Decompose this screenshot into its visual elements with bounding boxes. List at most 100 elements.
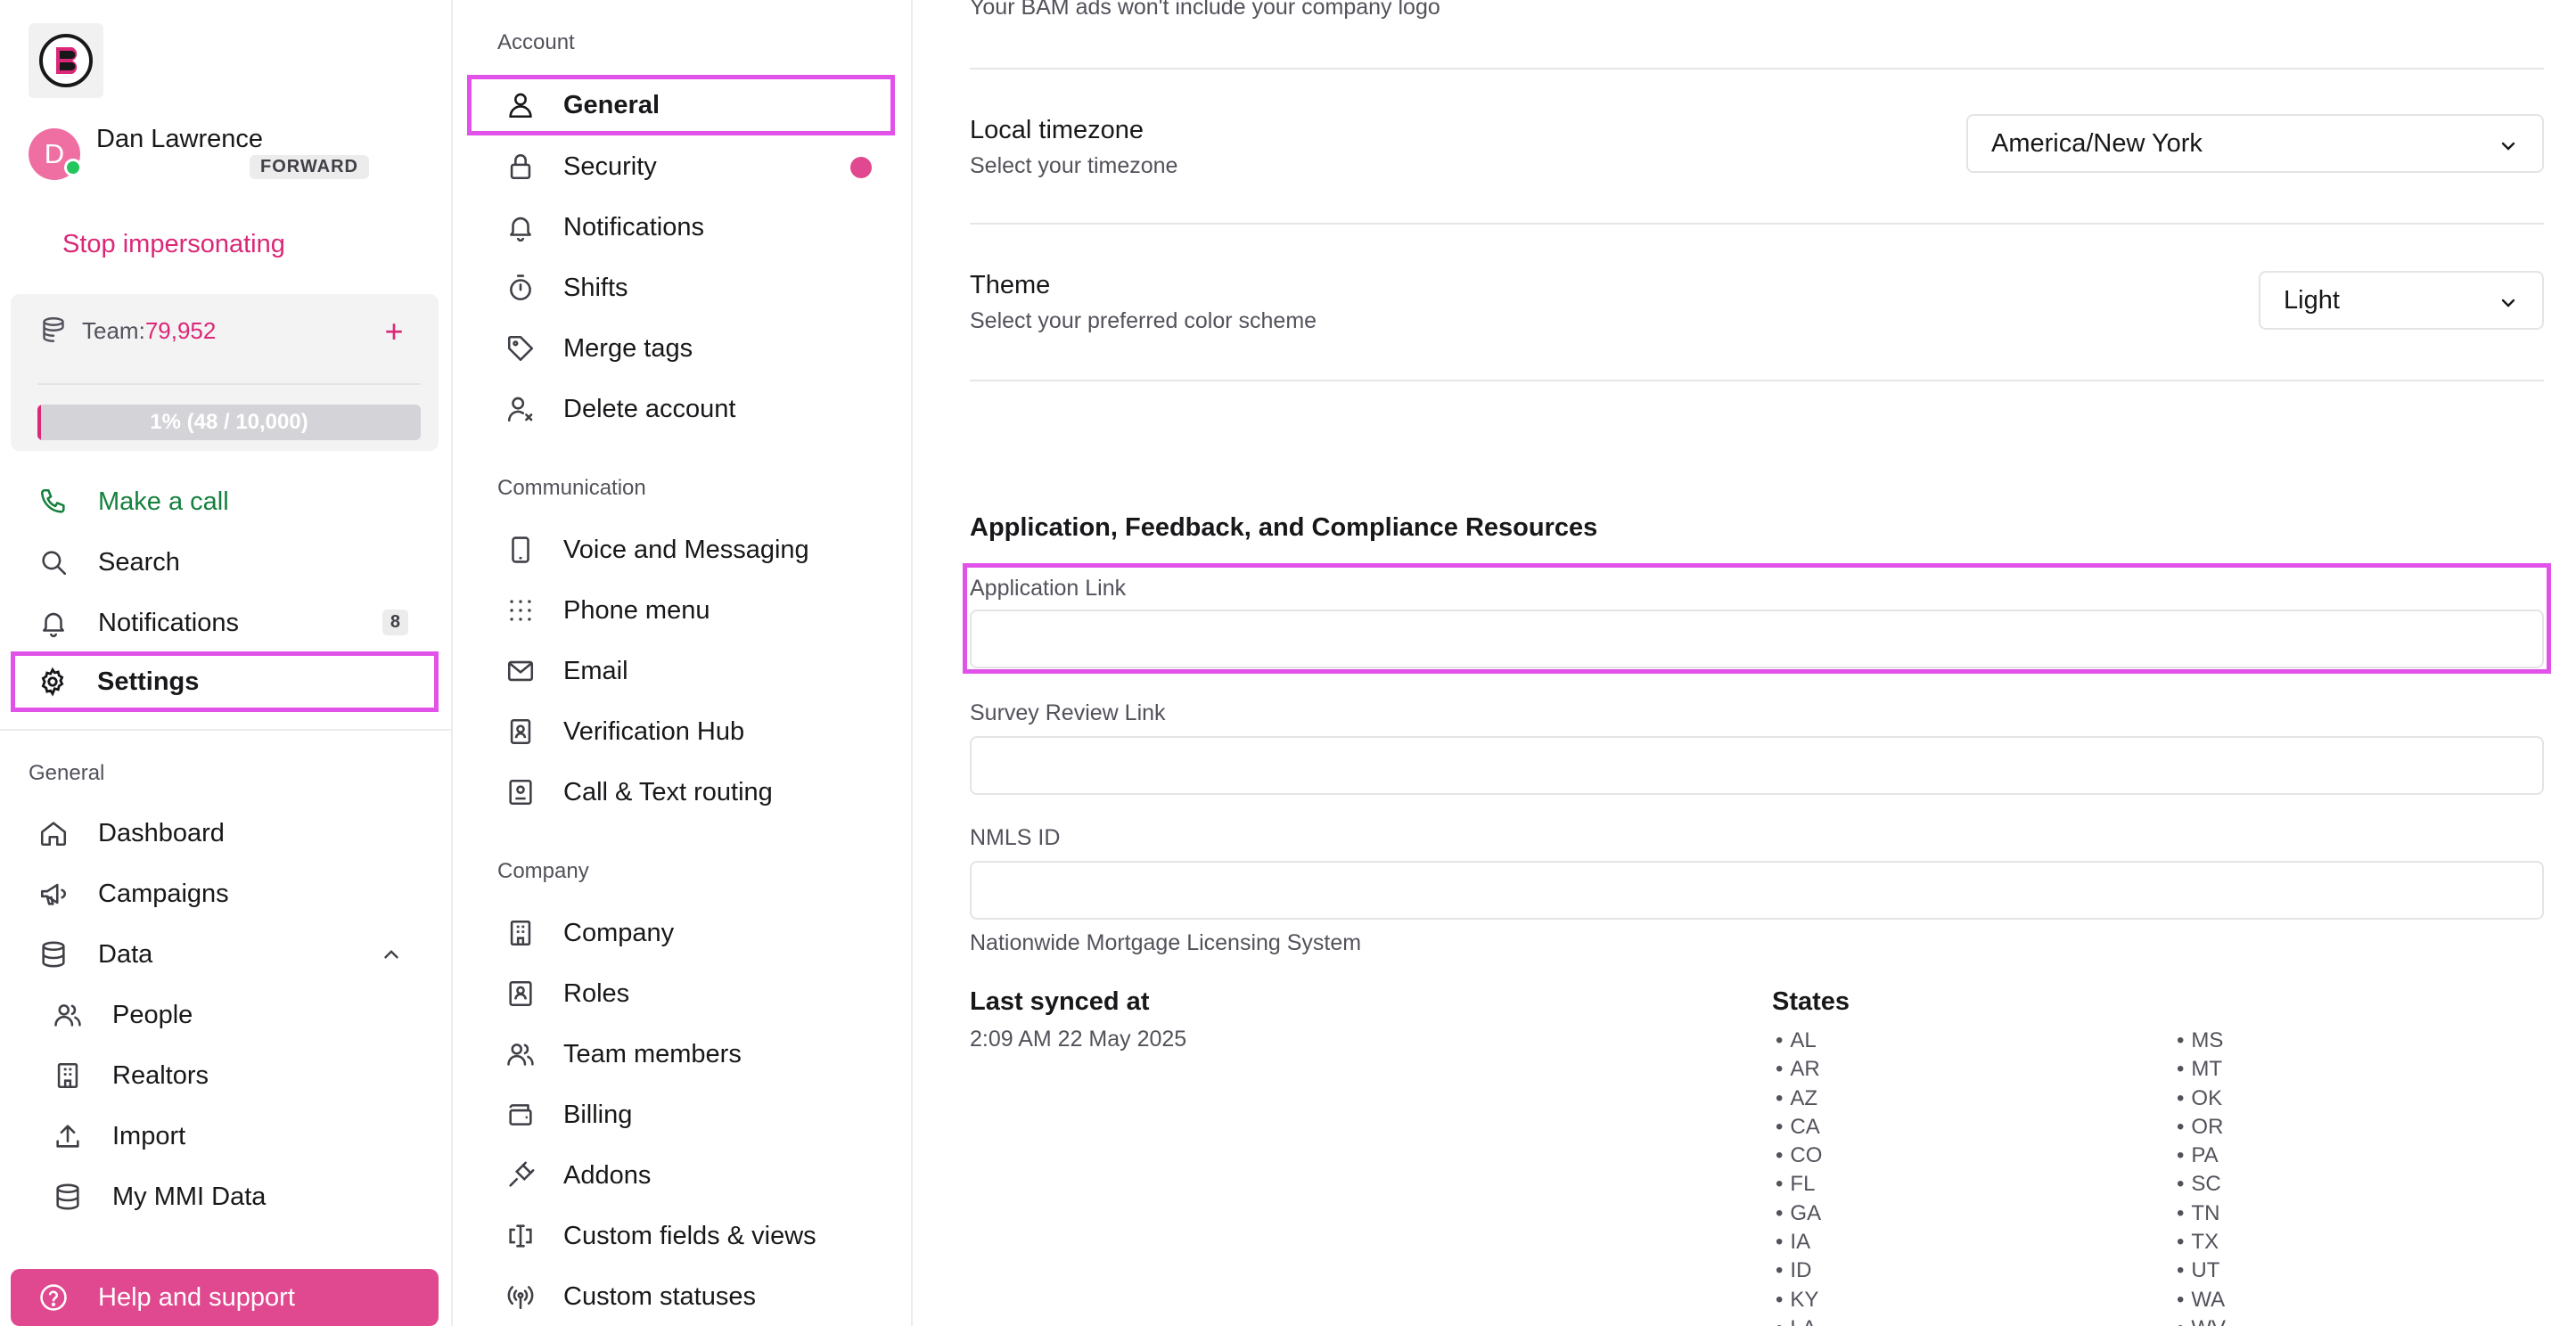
settings-item-label: Roles — [563, 978, 630, 1008]
sidebar-item-campaigns[interactable]: Campaigns — [11, 866, 439, 921]
state-item: TN — [2177, 1199, 2226, 1228]
sidebar-item-search[interactable]: Search — [11, 535, 439, 590]
settings-item-notifications[interactable]: Notifications — [467, 200, 895, 255]
nmls-id-help-text: Nationwide Mortgage Licensing System — [970, 930, 1362, 955]
team-credits-value: 79,952 — [144, 317, 217, 344]
theme-title: Theme — [970, 271, 1051, 299]
state-item: WA — [2177, 1286, 2226, 1314]
settings-item-label: Verification Hub — [563, 716, 745, 746]
settings-item-delete-account[interactable]: Delete account — [467, 381, 895, 437]
usage-progress-bar: 1% (48 / 10,000) — [37, 405, 421, 440]
team-credits-label: Team:79,952 — [82, 317, 216, 345]
sidebar: D Dan Lawrence FORWARD Stop impersonatin… — [0, 0, 453, 1326]
dialpad-icon — [503, 593, 538, 628]
add-credits-button[interactable]: + — [369, 307, 419, 356]
settings-item-shifts[interactable]: Shifts — [467, 260, 895, 315]
states-list-column-2: MSMTOKORPASCTNTXUTWAWV — [2177, 1027, 2226, 1326]
settings-menu: Account General Security Notifications S… — [455, 0, 913, 1326]
state-item: WV — [2177, 1314, 2226, 1326]
sidebar-item-make-a-call[interactable]: Make a call — [11, 474, 439, 529]
sidebar-item-label: Import — [112, 1121, 186, 1150]
bell-icon — [36, 605, 71, 641]
state-item: AZ — [1776, 1085, 1822, 1113]
user-icon — [503, 87, 538, 123]
state-item: MT — [2177, 1055, 2226, 1084]
state-item: KY — [1776, 1286, 1822, 1314]
state-item: CA — [1776, 1113, 1822, 1142]
settings-item-roles[interactable]: Roles — [467, 966, 895, 1021]
settings-item-custom-statuses[interactable]: Custom statuses — [467, 1269, 895, 1324]
sidebar-item-dashboard[interactable]: Dashboard — [11, 806, 439, 861]
mail-icon — [503, 653, 538, 689]
states-title: States — [1772, 987, 1850, 1016]
settings-item-addons[interactable]: Addons — [467, 1148, 895, 1203]
sidebar-item-label: Notifications — [98, 608, 239, 637]
notifications-count-badge: 8 — [381, 610, 408, 635]
last-synced-value: 2:09 AM 22 May 2025 — [970, 1027, 1187, 1052]
settings-item-voice-messaging[interactable]: Voice and Messaging — [467, 522, 895, 577]
theme-select[interactable]: Light — [2259, 271, 2544, 330]
upload-icon — [50, 1118, 86, 1154]
avatar-initial: D — [44, 138, 65, 169]
settings-item-custom-fields-views[interactable]: Custom fields & views — [467, 1208, 895, 1264]
sidebar-section-general: General — [29, 761, 105, 785]
coins-icon — [37, 314, 70, 346]
help-and-support-button[interactable]: Help and support — [11, 1269, 439, 1326]
nmls-id-input[interactable] — [970, 861, 2544, 920]
settings-item-call-text-routing[interactable]: Call & Text routing — [467, 765, 895, 820]
plug-icon — [503, 1158, 538, 1193]
state-item: FL — [1776, 1170, 1822, 1199]
stop-impersonating-link[interactable]: Stop impersonating — [62, 230, 285, 259]
security-alert-dot — [850, 157, 872, 178]
state-item: SC — [2177, 1170, 2226, 1199]
brand-logo-icon — [39, 34, 93, 87]
settings-item-company[interactable]: Company — [467, 905, 895, 961]
sidebar-item-import[interactable]: Import — [11, 1109, 439, 1164]
help-circle-icon — [36, 1280, 71, 1315]
application-link-input[interactable] — [970, 610, 2544, 668]
current-user[interactable]: D Dan Lawrence FORWARD — [29, 125, 421, 184]
settings-section-communication: Communication — [497, 476, 646, 500]
home-icon — [36, 815, 71, 851]
survey-review-link-input[interactable] — [970, 736, 2544, 795]
sidebar-item-label: Make a call — [98, 487, 229, 516]
bell-icon — [503, 209, 538, 245]
team-credits-card: Team:79,952 + 1% (48 / 10,000) — [11, 294, 439, 451]
settings-item-security[interactable]: Security — [467, 139, 895, 194]
survey-review-link-label: Survey Review Link — [970, 700, 1166, 725]
settings-item-phone-menu[interactable]: Phone menu — [467, 583, 895, 638]
sidebar-item-realtors[interactable]: Realtors — [11, 1048, 439, 1103]
team-label-text: Team: — [82, 317, 145, 344]
settings-item-merge-tags[interactable]: Merge tags — [467, 321, 895, 376]
database-icon — [50, 1179, 86, 1215]
settings-item-email[interactable]: Email — [467, 643, 895, 699]
sidebar-item-settings[interactable]: Settings — [11, 651, 439, 712]
users-icon — [503, 1036, 538, 1072]
last-synced-title: Last synced at — [970, 987, 1150, 1016]
settings-item-label: Merge tags — [563, 333, 693, 363]
settings-item-label: Shifts — [563, 273, 628, 302]
lock-icon — [503, 149, 538, 184]
text-cursor-icon — [503, 1218, 538, 1254]
settings-item-general[interactable]: General — [467, 75, 895, 135]
sidebar-item-my-mmi-data[interactable]: My MMI Data — [11, 1169, 439, 1224]
settings-item-label: Billing — [563, 1100, 633, 1129]
company-logo-note: Your BAM ads won't include your company … — [970, 0, 1440, 20]
sidebar-item-label: Search — [98, 547, 180, 577]
settings-item-verification-hub[interactable]: Verification Hub — [467, 704, 895, 759]
settings-item-label: Team members — [563, 1039, 742, 1068]
settings-section-company: Company — [497, 859, 589, 883]
settings-item-team-members[interactable]: Team members — [467, 1027, 895, 1082]
users-icon — [50, 997, 86, 1033]
settings-item-billing[interactable]: Billing — [467, 1087, 895, 1142]
sidebar-item-people[interactable]: People — [11, 987, 439, 1043]
user-plan-badge: FORWARD — [250, 155, 369, 179]
chevron-up-icon[interactable] — [380, 943, 403, 966]
chevron-down-icon — [2498, 292, 2519, 314]
sidebar-item-data[interactable]: Data — [11, 927, 439, 982]
sidebar-item-label: Campaigns — [98, 879, 229, 908]
app-logo[interactable] — [29, 23, 103, 98]
resources-heading: Application, Feedback, and Compliance Re… — [970, 513, 1598, 542]
sidebar-item-notifications[interactable]: Notifications 8 — [11, 595, 439, 651]
timezone-select[interactable]: America/New York — [1966, 114, 2544, 173]
